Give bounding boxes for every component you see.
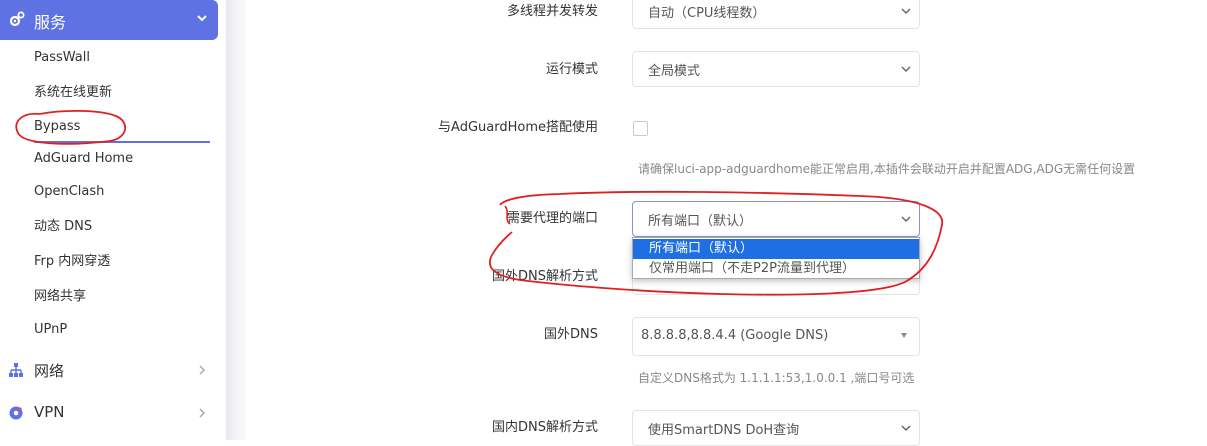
chevron-right-icon [199,365,206,375]
caret-down-icon [901,333,907,338]
domestic-dns-mode-label: 国内DNS解析方式 [492,420,598,435]
sidebar-item-adguard-home[interactable]: AdGuard Home [34,149,133,169]
sidebar-item-network-share[interactable]: 网络共享 [34,287,86,307]
vpn-icon [9,406,23,420]
chevron-down-icon [901,8,911,15]
adguard-label: 与AdGuardHome搭配使用 [438,120,598,135]
chevron-down-icon [901,216,911,223]
foreign-dns-hint: 自定义DNS格式为 1.1.1.1:53,1.0.0.1 ,端口号可选 [638,371,915,385]
domestic-dns-mode-select[interactable]: 使用SmartDNS DoH查询 [632,410,920,446]
mode-select[interactable]: 全局模式 [632,51,920,87]
ports-value: 所有端口（默认） [648,214,753,229]
sidebar-item-frp[interactable]: Frp 内网穿透 [34,252,110,272]
foreign-dns-select[interactable]: 8.8.8.8,8.8.4.4 (Google DNS) [632,317,920,356]
ports-label: 需要代理的端口 [506,211,598,226]
sidebar-item-system-update[interactable]: 系统在线更新 [34,83,112,103]
sidebar-item-openclash[interactable]: OpenClash [34,182,104,202]
menu-vpn[interactable]: VPN [0,395,218,431]
foreign-dns-label: 国外DNS [544,327,598,342]
sidebar: 服务 PassWall 系统在线更新 Bypass AdGuard Home O… [0,0,226,440]
ports-select[interactable]: 所有端口（默认） [632,201,920,237]
sidebar-item-passwall[interactable]: PassWall [34,48,90,68]
mode-value: 全局模式 [648,64,701,79]
active-item-underline [34,141,210,143]
network-icon [9,363,23,377]
ports-dropdown-list: 所有端口（默认） 仅常用端口（不走P2P流量到代理） [632,237,920,279]
adguard-checkbox[interactable] [633,121,648,136]
sidebar-shadow [226,0,246,440]
foreign-dns-value: 8.8.8.8,8.8.4.4 (Google DNS) [641,328,829,343]
foreign-dns-mode-label: 国外DNS解析方式 [492,269,598,284]
ports-option-common[interactable]: 仅常用端口（不走P2P流量到代理） [633,259,919,279]
sidebar-item-ddns[interactable]: 动态 DNS [34,217,92,237]
chevron-right-icon [199,408,206,418]
chevron-down-icon [901,425,911,432]
gear-icon [9,11,25,27]
threads-value: 自动（CPU线程数） [648,6,766,21]
adguard-hint: 请确保luci-app-adguardhome能正常启用,本插件会联动开启并配置… [638,162,1136,176]
menu-services-label: 服务 [34,13,67,32]
sidebar-item-upnp[interactable]: UPnP [34,320,67,340]
sidebar-item-bypass[interactable]: Bypass [34,117,80,137]
mode-label: 运行模式 [545,62,598,77]
chevron-down-icon [197,15,207,22]
menu-network-label: 网络 [34,362,65,380]
chevron-down-icon [901,66,911,73]
domestic-dns-mode-value: 使用SmartDNS DoH查询 [648,423,800,438]
threads-select[interactable]: 自动（CPU线程数） [632,0,920,29]
ports-option-all[interactable]: 所有端口（默认） [633,239,919,259]
menu-vpn-label: VPN [34,403,65,421]
menu-network[interactable]: 网络 [0,352,218,388]
threads-label: 多线程并发转发 [506,4,598,19]
menu-services[interactable]: 服务 [0,0,218,40]
